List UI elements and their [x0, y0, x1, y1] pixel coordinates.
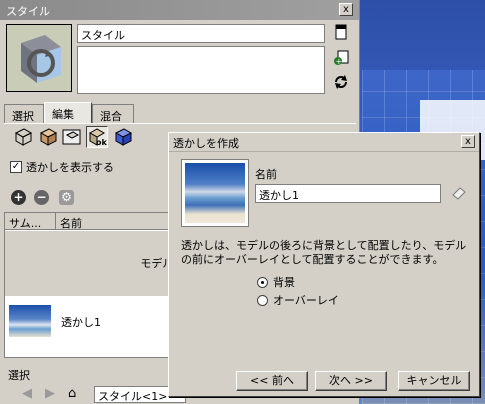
overlay-option-label: オーバーレイ [273, 294, 339, 307]
show-watermark-checkbox[interactable]: ✓ [10, 161, 22, 173]
dialog-title: 透かしを作成 [173, 137, 239, 150]
home-icon[interactable]: ⌂ [68, 387, 76, 400]
style-description-field[interactable] [77, 46, 325, 94]
background-settings-icon[interactable] [61, 126, 83, 148]
show-watermark-row[interactable]: ✓ 透かしを表示する [10, 159, 114, 175]
select-section-label[interactable]: 選択 [8, 367, 30, 383]
add-icon[interactable]: + [11, 190, 26, 205]
dialog-close-button[interactable]: x [461, 135, 475, 148]
remove-icon[interactable]: − [34, 190, 49, 205]
style-thumbnail[interactable] [6, 24, 72, 92]
svg-text:ok: ok [96, 138, 107, 147]
settings-icon[interactable]: ⚙ [59, 190, 74, 205]
cancel-button[interactable]: キャンセル [398, 371, 470, 391]
panel-title: スタイル [6, 5, 50, 18]
back-icon[interactable]: ◀ [22, 387, 32, 400]
background-radio[interactable] [257, 276, 268, 288]
panel-close-button[interactable]: x [339, 3, 353, 16]
watermark-preview [181, 159, 249, 227]
name-label: 名前 [255, 168, 277, 181]
modeling-settings-icon[interactable] [112, 126, 134, 148]
create-watermark-dialog: 透かしを作成 x 名前 透かし1 透かしは、モデルの後ろに背景として配置したり、… [168, 132, 480, 397]
tab-edit[interactable]: 編集 [44, 102, 92, 125]
watermark-name-input[interactable]: 透かし1 [255, 184, 441, 203]
tab-select[interactable]: 選択 [4, 104, 44, 124]
dialog-title-bar[interactable]: 透かしを作成 x [169, 133, 479, 152]
background-option-label: 背景 [273, 276, 295, 289]
watermark-settings-icon[interactable]: ok [86, 126, 108, 148]
next-button[interactable]: 次へ >> [315, 371, 387, 391]
template-icon[interactable] [332, 24, 350, 42]
refresh-icon[interactable] [332, 74, 350, 92]
back-button[interactable]: << 前へ [236, 371, 308, 391]
svg-text:+: + [336, 57, 343, 66]
face-settings-icon[interactable] [37, 126, 59, 148]
tab-mix[interactable]: 混合 [92, 104, 134, 124]
overlay-option[interactable]: オーバーレイ [257, 292, 339, 308]
watermark-description: 透かしは、モデルの後ろに背景として配置したり、モデルの前にオーバーレイとして配置… [181, 239, 467, 266]
overlay-radio[interactable] [257, 294, 268, 306]
watermark-item-label: 透かし1 [61, 316, 101, 329]
background-option[interactable]: 背景 [257, 274, 295, 290]
forward-icon[interactable]: ▶ [45, 387, 55, 400]
edge-settings-icon[interactable] [12, 126, 34, 148]
add-style-icon[interactable]: + [332, 50, 350, 68]
show-watermark-label: 透かしを表示する [26, 161, 114, 174]
panel-title-bar[interactable]: スタイル x [0, 0, 359, 20]
watermark-thumbnail [9, 305, 51, 337]
style-name-input[interactable]: スタイル [77, 24, 325, 43]
column-thumbnail[interactable]: サム... [5, 213, 56, 230]
eraser-icon[interactable] [451, 186, 467, 200]
